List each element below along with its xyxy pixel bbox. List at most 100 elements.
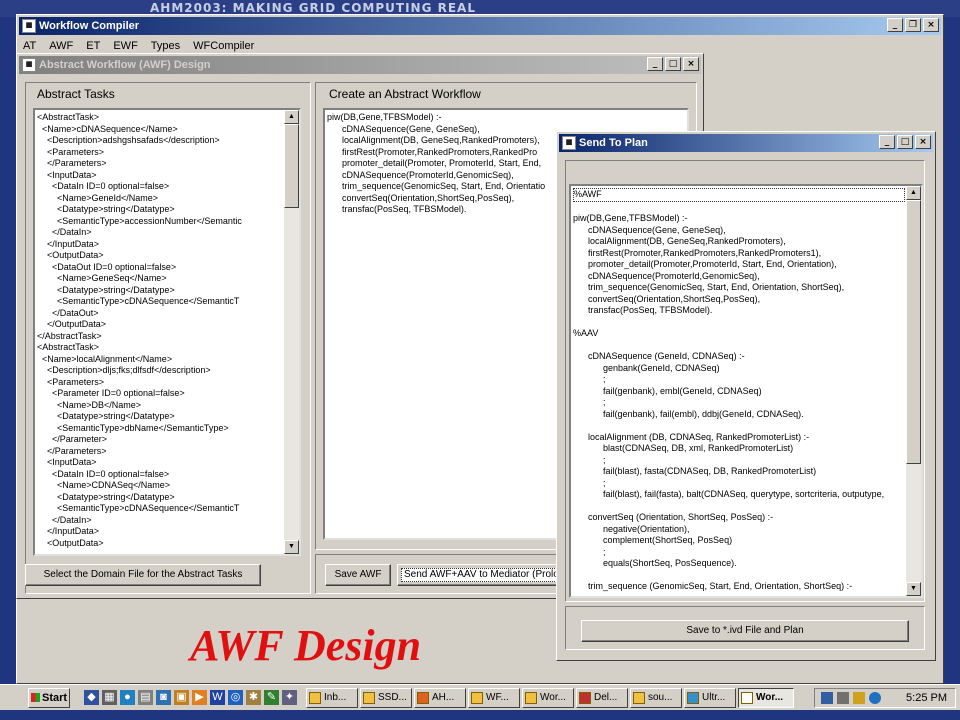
minimize-button[interactable]: _ bbox=[879, 135, 895, 149]
plan-line: fail(genbank), embl(GeneId, CDNASeq) bbox=[573, 385, 762, 396]
scroll-down-arrow[interactable]: ▼ bbox=[906, 582, 921, 596]
scroll-thumb[interactable] bbox=[284, 124, 299, 208]
start-button[interactable]: Start bbox=[28, 688, 70, 708]
minimize-button[interactable]: _ bbox=[887, 18, 903, 32]
task-label: sou... bbox=[648, 692, 673, 703]
quicklaunch-icon-6[interactable]: ▣ bbox=[174, 690, 189, 705]
task-label: Wor... bbox=[540, 692, 566, 703]
task-ultr[interactable]: Ultr... bbox=[684, 688, 736, 708]
taskbar: Start ◆ ▦ ● ▤ ◙ ▣ ▶ W ◎ ✱ ✎ ✦ Inb... SSD… bbox=[0, 684, 960, 710]
quicklaunch-icon-5[interactable]: ◙ bbox=[156, 690, 171, 705]
abstract-task-line: </InputData> bbox=[37, 238, 100, 249]
awf-design-titlebar[interactable]: ▦ Abstract Workflow (AWF) Design _ □ × bbox=[19, 56, 701, 74]
close-button[interactable]: × bbox=[915, 135, 931, 149]
abstract-task-line: </Parameters> bbox=[37, 158, 107, 168]
folder-icon bbox=[633, 692, 645, 704]
plan-line: %AWF bbox=[573, 188, 905, 202]
send-to-plan-scrollbar[interactable]: ▲ ▼ bbox=[906, 186, 921, 596]
quicklaunch-icon-2[interactable]: ▦ bbox=[102, 690, 117, 705]
abstract-task-line: <Datatype>string</Datatype> bbox=[37, 491, 175, 502]
scroll-thumb[interactable] bbox=[906, 200, 921, 464]
abstract-task-line: <Description>adshgshsafads</description> bbox=[37, 135, 220, 145]
tray-app-icon[interactable] bbox=[853, 692, 865, 704]
quicklaunch-icon-9[interactable]: ◎ bbox=[228, 690, 243, 705]
abstract-task-line: <InputData> bbox=[37, 457, 97, 467]
task-inbox[interactable]: Inb... bbox=[306, 688, 358, 708]
quicklaunch-icon-11[interactable]: ✎ bbox=[264, 690, 279, 705]
plan-line: cDNASequence (GeneId, CDNASeq) :- bbox=[573, 351, 745, 361]
maximize-button[interactable]: ❐ bbox=[905, 18, 921, 32]
plan-line bbox=[573, 340, 905, 352]
task-del[interactable]: Del... bbox=[576, 688, 628, 708]
quicklaunch-icon-1[interactable]: ◆ bbox=[84, 690, 99, 705]
quicklaunch-word-icon[interactable]: W bbox=[210, 690, 225, 705]
window-controls: _ □ × bbox=[879, 135, 931, 149]
abstract-task-line: <Datatype>string</Datatype> bbox=[37, 204, 175, 214]
close-button[interactable]: × bbox=[683, 57, 699, 71]
outlook-icon bbox=[309, 692, 321, 704]
plan-line: transfac(PosSeq, TFBSModel). bbox=[573, 305, 713, 315]
maximize-button[interactable]: □ bbox=[897, 135, 913, 149]
app-icon: ▦ bbox=[562, 136, 576, 150]
abstract-task-line: <DataIn ID=0 optional=false> bbox=[37, 181, 170, 191]
folder-icon bbox=[363, 692, 375, 704]
save-awf-button[interactable]: Save AWF bbox=[325, 564, 391, 586]
task-sou[interactable]: sou... bbox=[630, 688, 682, 708]
plan-line bbox=[573, 570, 905, 582]
send-to-plan-window: ▦ Send To Plan _ □ × %AWF piw(DB,Gene,TF… bbox=[556, 131, 936, 661]
abstract-task-line: </AbstractTask> bbox=[37, 330, 102, 341]
plan-line: promoter_detail(Promoter,PromoterId, Sta… bbox=[573, 259, 837, 269]
task-wf[interactable]: WF... bbox=[468, 688, 520, 708]
abstract-task-line: <SemanticType>cDNASequence</SemanticT bbox=[37, 296, 240, 306]
close-button[interactable]: × bbox=[923, 18, 939, 32]
workflow-compiler-title: Workflow Compiler bbox=[39, 20, 140, 32]
tray-volume-icon[interactable] bbox=[837, 692, 849, 704]
task-label: AH... bbox=[432, 692, 455, 703]
quicklaunch-icon-10[interactable]: ✱ bbox=[246, 690, 261, 705]
plan-line: localAlignment (DB, CDNASeq, RankedPromo… bbox=[573, 431, 810, 442]
plan-line bbox=[573, 202, 905, 214]
plan-line: fail(blast), fasta(CDNASeq, DB, RankedPr… bbox=[573, 466, 817, 476]
app-icon: ▦ bbox=[22, 19, 36, 33]
plan-line: piw(DB,Gene,TFBSModel) :- bbox=[573, 213, 688, 223]
abstract-task-line: <InputData> bbox=[37, 169, 97, 180]
abstract-tasks-scrollbar[interactable]: ▲ ▼ bbox=[284, 110, 299, 554]
task-ah[interactable]: AH... bbox=[414, 688, 466, 708]
quicklaunch-icon-12[interactable]: ✦ bbox=[282, 690, 297, 705]
task-wor-2[interactable]: Wor... bbox=[738, 688, 794, 708]
select-domain-file-button[interactable]: Select the Domain File for the Abstract … bbox=[25, 564, 261, 586]
workflow-line: piw(DB,Gene,TFBSModel) :- bbox=[327, 112, 442, 122]
workflow-compiler-titlebar[interactable]: ▦ Workflow Compiler _ ❐ × bbox=[19, 17, 941, 35]
task-ssd[interactable]: SSD... bbox=[360, 688, 412, 708]
maximize-button[interactable]: □ bbox=[665, 57, 681, 71]
plan-line bbox=[573, 420, 905, 432]
abstract-task-line: </DataOut> bbox=[37, 307, 99, 318]
app-icon bbox=[579, 692, 591, 704]
task-label: SSD... bbox=[378, 692, 407, 703]
scroll-up-arrow[interactable]: ▲ bbox=[284, 110, 299, 124]
system-tray: 5:25 PM bbox=[814, 688, 956, 708]
send-to-plan-titlebar[interactable]: ▦ Send To Plan _ □ × bbox=[559, 134, 933, 152]
abstract-task-line: </Parameter> bbox=[37, 434, 108, 444]
tray-globe-icon[interactable] bbox=[869, 692, 881, 704]
quicklaunch-icon-4[interactable]: ▤ bbox=[138, 690, 153, 705]
minimize-button[interactable]: _ bbox=[647, 57, 663, 71]
task-wor-1[interactable]: Wor... bbox=[522, 688, 574, 708]
abstract-tasks-heading: Abstract Tasks bbox=[37, 87, 115, 101]
send-to-plan-textarea[interactable]: %AWF piw(DB,Gene,TFBSModel) :- cDNASeque… bbox=[569, 184, 923, 598]
abstract-task-line: </DataIn> bbox=[37, 514, 92, 525]
abstract-task-line: <Name>CDNASeq</Name> bbox=[37, 480, 171, 490]
send-to-plan-text: %AWF piw(DB,Gene,TFBSModel) :- cDNASeque… bbox=[573, 188, 905, 593]
abstract-tasks-textarea[interactable]: <AbstractTask> <Name>cDNASequence</Name>… bbox=[33, 108, 301, 556]
quicklaunch-icon-7[interactable]: ▶ bbox=[192, 690, 207, 705]
plan-line: cDNASequence(PromoterId,GenomicSeq), bbox=[573, 270, 760, 281]
scroll-up-arrow[interactable]: ▲ bbox=[906, 186, 921, 200]
scroll-down-arrow[interactable]: ▼ bbox=[284, 540, 299, 554]
save-ivd-and-plan-button[interactable]: Save to *.ivd File and Plan bbox=[581, 620, 909, 642]
plan-line: genbank(GeneId, CDNASeq) bbox=[573, 362, 720, 373]
plan-line: ; bbox=[573, 397, 606, 407]
awf-design-title: Abstract Workflow (AWF) Design bbox=[39, 59, 211, 71]
quicklaunch-icon-3[interactable]: ● bbox=[120, 690, 135, 705]
plan-line: localAlignment(DB, GeneSeq,RankedPromote… bbox=[573, 236, 786, 246]
tray-network-icon[interactable] bbox=[821, 692, 833, 704]
